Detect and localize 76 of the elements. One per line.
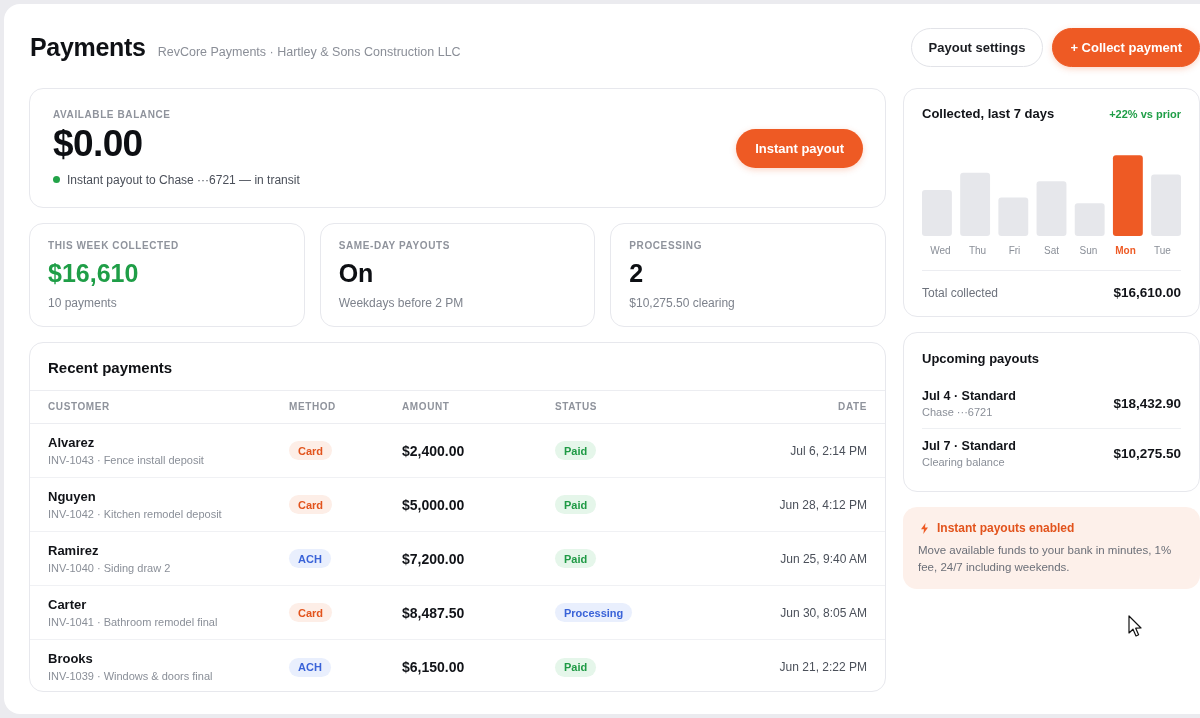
date-text: Jun 28, 4:12 PM <box>779 497 867 512</box>
amount-text: $7,200.00 <box>402 550 465 567</box>
primary-button[interactable]: + Collect payment <box>1052 28 1200 67</box>
method-badge: Card <box>289 495 333 514</box>
customer-name: Carter <box>48 596 87 613</box>
table-title: Recent payments <box>30 343 885 391</box>
column-header: STATUS <box>555 401 598 413</box>
stat-note: Weekdays before 2 PM <box>338 296 465 310</box>
stat-label: SAME-DAY PAYOUTS <box>338 240 451 252</box>
day-label: Wed <box>930 245 951 257</box>
status-badge: Paid <box>555 549 597 568</box>
notice-text: Move available funds to your bank in minutes, 1% fee, 24/7 including weekends. <box>918 543 1173 575</box>
lightning-icon <box>921 523 928 534</box>
day-label: Tue <box>1154 245 1171 257</box>
date-text: Jul 6, 2:14 PM <box>790 443 867 458</box>
status-badge: Paid <box>555 495 597 514</box>
payout-amount: $10,275.50 <box>1113 446 1181 461</box>
invoice-text: INV-1040 · Siding draw 2 <box>48 560 171 575</box>
status-dot-icon <box>53 176 60 183</box>
invoice-text: INV-1039 · Windows & doors final <box>48 669 213 683</box>
page-subtitle: RevCore Payments · Hartley & Sons Construction LLC <box>157 45 461 59</box>
payout-amount: $18,432.90 <box>1113 396 1181 411</box>
notice-title: Instant payouts enabled <box>937 521 1075 536</box>
stat-note: $10,275.50 clearing <box>629 296 736 310</box>
card-title: Collected, last 7 days <box>922 106 1055 121</box>
status-badge: Paid <box>555 657 597 677</box>
day-label: Fri <box>1008 245 1021 257</box>
amount-text: $6,150.00 <box>402 659 465 675</box>
date-text: Jun 21, 2:22 PM <box>779 660 867 674</box>
method-badge: Card <box>289 603 333 622</box>
payout-subtitle: Clearing balance <box>922 455 1005 469</box>
column-header: METHOD <box>289 401 336 413</box>
balance-label: AVAILABLE BALANCE <box>53 108 172 121</box>
method-badge: ACH <box>289 549 331 568</box>
stat-note: 10 payments <box>48 296 118 310</box>
change-text: +22% vs prior <box>1109 107 1181 120</box>
customer-name: Alvarez <box>48 434 95 451</box>
balance-amount: $0.00 <box>53 123 144 164</box>
total-label: Total collected <box>922 285 999 300</box>
stat-label: THIS WEEK COLLECTED <box>48 240 180 252</box>
date-text: Jun 30, 8:05 AM <box>780 605 867 620</box>
stat-label: PROCESSING <box>629 240 703 252</box>
customer-name: Nguyen <box>48 488 96 505</box>
stat-value: 2 <box>629 258 645 288</box>
mouse-pointer-icon <box>1128 615 1143 637</box>
payout-title: Jul 7 · Standard <box>922 438 1016 454</box>
total-amount: $16,610.00 <box>1113 285 1181 300</box>
page-title: Payments <box>30 33 146 62</box>
customer-name: Brooks <box>48 651 93 667</box>
outline-button[interactable]: Payout settings <box>910 28 1044 67</box>
status-badge: Paid <box>555 441 597 460</box>
day-label: Thu <box>968 245 987 257</box>
column-header: AMOUNT <box>402 401 450 413</box>
method-badge: ACH <box>289 657 331 677</box>
amount-text: $2,400.00 <box>402 442 465 459</box>
day-label: Sat <box>1044 245 1059 257</box>
payout-subtitle: Chase ···6721 <box>922 405 993 419</box>
invoice-text: INV-1043 · Fence install deposit <box>48 452 204 467</box>
stat-value: $16,610 <box>48 258 140 288</box>
day-label: Sun <box>1079 245 1098 257</box>
status-badge: Processing <box>555 603 633 622</box>
column-header: DATE <box>838 401 867 413</box>
column-header: CUSTOMER <box>48 401 110 413</box>
date-text: Jun 25, 9:40 AM <box>780 551 867 566</box>
card-title: Upcoming payouts <box>922 351 1039 366</box>
payout-title: Jul 4 · Standard <box>922 388 1016 404</box>
stat-value: On <box>338 258 375 288</box>
day-label: Mon <box>1115 245 1136 257</box>
invoice-text: INV-1042 · Kitchen remodel deposit <box>48 506 222 521</box>
instant-payout-button[interactable]: Instant payout <box>736 128 863 168</box>
method-badge: Card <box>289 441 333 460</box>
amount-text: $5,000.00 <box>402 496 465 513</box>
invoice-text: INV-1041 · Bathroom remodel final <box>48 614 218 629</box>
payout-status-text: Instant payout to Chase ···6721 — in transit <box>67 171 300 188</box>
amount-text: $8,487.50 <box>402 604 465 621</box>
customer-name: Ramirez <box>48 542 99 559</box>
